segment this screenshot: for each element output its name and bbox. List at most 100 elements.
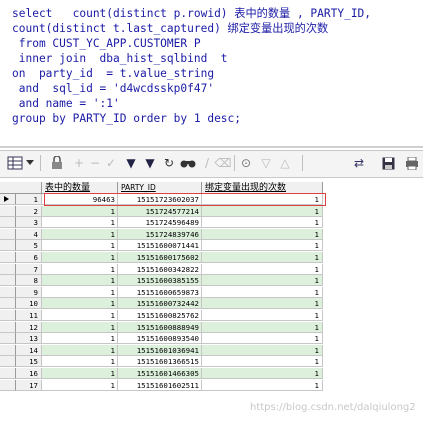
row-number[interactable]: 8 bbox=[16, 275, 42, 287]
sql-editor[interactable]: select count(distinct p.rowid) 表中的数量 , P… bbox=[0, 0, 423, 146]
table-cell[interactable]: 15151723602037 bbox=[118, 194, 202, 205]
table-cell[interactable]: 1 bbox=[202, 298, 323, 310]
table-cell[interactable]: 1 bbox=[42, 321, 118, 333]
table-cell[interactable]: 15151600888949 bbox=[118, 321, 202, 333]
row-number[interactable]: 9 bbox=[16, 286, 42, 298]
table-row[interactable]: 13 1 15151600893540 1 bbox=[0, 333, 423, 345]
table-cell[interactable]: 1 bbox=[202, 275, 323, 287]
table-row[interactable]: 16 1 15151601466305 1 bbox=[0, 368, 423, 379]
table-cell[interactable]: 96463 bbox=[42, 194, 118, 205]
table-row[interactable]: 17 1 15151601602511 1 bbox=[0, 379, 423, 391]
dropdown-icon[interactable] bbox=[25, 154, 35, 172]
row-number[interactable]: 14 bbox=[16, 344, 42, 356]
table-cell[interactable]: 15151600659873 bbox=[118, 286, 202, 298]
table-cell[interactable]: 1 bbox=[202, 205, 323, 217]
table-cell[interactable]: 15151600893540 bbox=[118, 333, 202, 345]
row-number[interactable]: 17 bbox=[16, 379, 42, 391]
row-indicator[interactable] bbox=[0, 228, 16, 240]
table-cell[interactable]: 15151600342822 bbox=[118, 263, 202, 275]
table-cell[interactable]: 1 bbox=[202, 263, 323, 275]
table-row[interactable]: 4 1 151724839746 1 bbox=[0, 228, 423, 240]
row-number[interactable]: 2 bbox=[16, 205, 42, 217]
table-cell[interactable]: 15151600071441 bbox=[118, 240, 202, 252]
clear-icon[interactable]: ⌫ bbox=[215, 154, 232, 172]
table-cell[interactable]: 1 bbox=[202, 333, 323, 345]
row-indicator[interactable] bbox=[0, 368, 16, 379]
row-indicator[interactable] bbox=[0, 205, 16, 217]
print-icon[interactable] bbox=[404, 154, 420, 172]
table-row[interactable]: 11 1 15151600825762 1 bbox=[0, 310, 423, 321]
table-cell[interactable]: 1 bbox=[202, 240, 323, 252]
table-cell[interactable]: 1 bbox=[42, 240, 118, 252]
row-indicator[interactable] bbox=[0, 252, 16, 263]
delete-icon[interactable]: − bbox=[88, 154, 102, 172]
table-cell[interactable]: 15151601366515 bbox=[118, 356, 202, 368]
row-number[interactable]: 5 bbox=[16, 240, 42, 252]
table-row[interactable]: 14 1 15151601036941 1 bbox=[0, 344, 423, 356]
table-cell[interactable]: 15151600732442 bbox=[118, 298, 202, 310]
table-cell[interactable]: 1 bbox=[42, 252, 118, 263]
export-icon[interactable]: ⇄ bbox=[350, 154, 368, 172]
column-header[interactable]: 表中的数量 bbox=[42, 182, 118, 194]
table-cell[interactable]: 1 bbox=[42, 286, 118, 298]
table-cell[interactable]: 151724577214 bbox=[118, 205, 202, 217]
row-indicator[interactable] bbox=[0, 298, 16, 310]
row-number[interactable]: 3 bbox=[16, 217, 42, 229]
filter-clear-icon[interactable]: ▼ bbox=[142, 154, 158, 172]
row-number[interactable]: 1 bbox=[16, 194, 42, 205]
row-indicator[interactable] bbox=[0, 321, 16, 333]
table-cell[interactable]: 151724839746 bbox=[118, 228, 202, 240]
row-number[interactable]: 7 bbox=[16, 263, 42, 275]
column-header[interactable]: PARTY_ID bbox=[118, 182, 202, 194]
filter-icon[interactable]: ▼ bbox=[124, 154, 138, 172]
table-cell[interactable]: 1 bbox=[202, 228, 323, 240]
row-indicator[interactable] bbox=[0, 379, 16, 391]
row-number[interactable]: 13 bbox=[16, 333, 42, 345]
lock-icon[interactable]: △ bbox=[278, 154, 292, 172]
row-indicator[interactable] bbox=[0, 263, 16, 275]
table-cell[interactable]: 1 bbox=[42, 217, 118, 229]
table-cell[interactable]: 15151601602511 bbox=[118, 379, 202, 391]
row-number[interactable]: 11 bbox=[16, 310, 42, 321]
query-icon[interactable]: ⊙ bbox=[238, 154, 254, 172]
row-number[interactable]: 12 bbox=[16, 321, 42, 333]
table-cell[interactable]: 1 bbox=[202, 379, 323, 391]
row-number[interactable]: 10 bbox=[16, 298, 42, 310]
row-number[interactable]: 16 bbox=[16, 368, 42, 379]
table-row[interactable]: 6 1 15151600175602 1 bbox=[0, 252, 423, 263]
table-cell[interactable]: 1 bbox=[42, 228, 118, 240]
table-cell[interactable]: 1 bbox=[202, 356, 323, 368]
table-row[interactable]: 2 1 151724577214 1 bbox=[0, 205, 423, 217]
row-indicator[interactable] bbox=[0, 275, 16, 287]
row-indicator[interactable] bbox=[0, 194, 16, 205]
find-icon[interactable] bbox=[180, 154, 196, 172]
table-cell[interactable]: 1 bbox=[202, 194, 323, 205]
table-cell[interactable]: 1 bbox=[42, 205, 118, 217]
row-indicator[interactable] bbox=[0, 333, 16, 345]
column-header[interactable]: 绑定变量出现的次数 bbox=[202, 182, 323, 194]
table-row[interactable]: 10 1 15151600732442 1 bbox=[0, 298, 423, 310]
row-number[interactable]: 15 bbox=[16, 356, 42, 368]
table-cell[interactable]: 1 bbox=[202, 368, 323, 379]
row-number[interactable]: 4 bbox=[16, 228, 42, 240]
table-cell[interactable]: 1 bbox=[42, 275, 118, 287]
table-cell[interactable]: 15151600385155 bbox=[118, 275, 202, 287]
table-row[interactable]: 1 96463 15151723602037 1 bbox=[0, 194, 423, 205]
table-row[interactable]: 12 1 15151600888949 1 bbox=[0, 321, 423, 333]
table-row[interactable]: 7 1 15151600342822 1 bbox=[0, 263, 423, 275]
refresh-icon[interactable]: ↻ bbox=[162, 154, 176, 172]
table-cell[interactable]: 1 bbox=[42, 368, 118, 379]
corner-cell[interactable] bbox=[0, 182, 42, 194]
table-row[interactable]: 8 1 15151600385155 1 bbox=[0, 275, 423, 287]
row-indicator[interactable] bbox=[0, 286, 16, 298]
table-row[interactable]: 15 1 15151601366515 1 bbox=[0, 356, 423, 368]
table-cell[interactable]: 1 bbox=[202, 321, 323, 333]
table-cell[interactable]: 15151601036941 bbox=[118, 344, 202, 356]
save-icon[interactable] bbox=[380, 154, 396, 172]
pin-icon[interactable]: / bbox=[200, 154, 214, 172]
table-cell[interactable]: 1 bbox=[42, 344, 118, 356]
table-cell[interactable]: 1 bbox=[202, 286, 323, 298]
add-icon[interactable]: + bbox=[72, 154, 86, 172]
table-cell[interactable]: 1 bbox=[202, 310, 323, 321]
grid-icon[interactable] bbox=[6, 154, 24, 172]
